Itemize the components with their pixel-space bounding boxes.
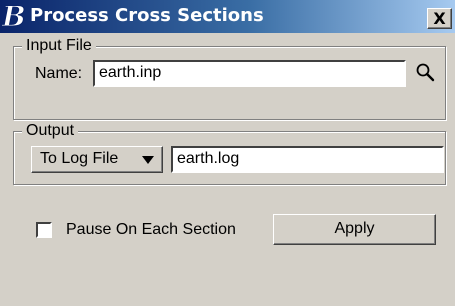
pause-checkbox[interactable] — [36, 222, 52, 238]
svg-text:B: B — [2, 2, 26, 30]
apply-button[interactable]: Apply — [273, 214, 436, 245]
output-mode-label: To Log File — [40, 150, 119, 167]
triangle-down-icon — [142, 156, 154, 164]
input-file-group-label: Input File — [22, 36, 96, 56]
input-file-name-field[interactable]: earth.inp — [93, 60, 406, 87]
output-group-label: Output — [22, 121, 79, 141]
app-logo-icon: B — [2, 2, 26, 30]
output-mode-dropdown[interactable]: To Log File — [31, 146, 163, 173]
output-log-file-field[interactable]: earth.log — [171, 146, 444, 173]
title-bar[interactable]: B Process Cross Sections X — [0, 0, 455, 33]
pause-label: Pause On Each Section — [66, 221, 236, 238]
window-title: Process Cross Sections — [30, 5, 264, 26]
name-label: Name: — [35, 65, 83, 82]
magnifier-icon[interactable] — [415, 62, 435, 82]
close-button[interactable]: X — [427, 8, 452, 29]
